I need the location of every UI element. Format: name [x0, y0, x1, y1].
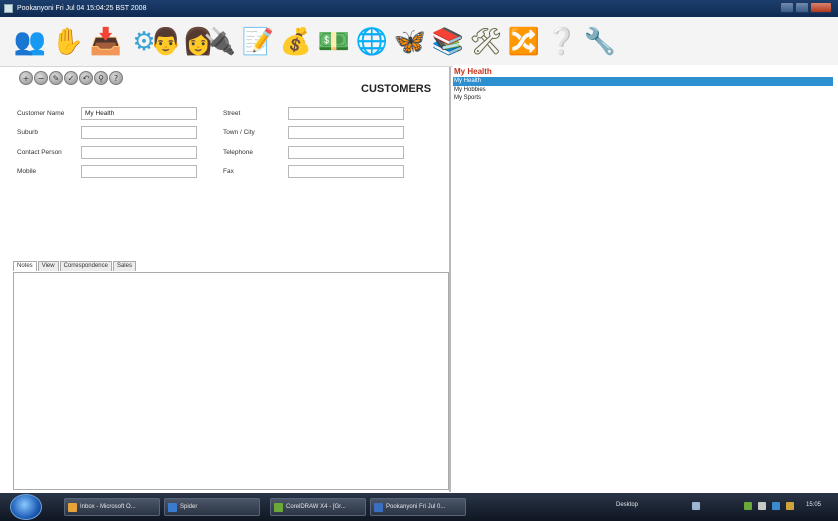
list-title: My Health	[454, 67, 492, 76]
telephone-field[interactable]	[288, 146, 404, 159]
power-icon[interactable]	[786, 502, 794, 510]
search-record-icon[interactable]: ⚲	[94, 71, 108, 85]
town-city-label: Town / City	[223, 129, 255, 136]
money-person-icon[interactable]: 💰	[278, 24, 314, 60]
fax-field[interactable]	[288, 165, 404, 178]
volume-icon[interactable]	[758, 502, 766, 510]
suburb-field[interactable]	[81, 126, 197, 139]
task-pookanyoni[interactable]: Pookanyoni Fri Jul 0...	[370, 498, 466, 516]
list-item[interactable]: My Sports	[453, 94, 833, 103]
close-button[interactable]	[810, 2, 832, 13]
customer-form-panel: + − ✎ ✓ ↶ ⚲ ? CUSTOMERS Customer Name My…	[9, 67, 451, 492]
outlook-icon	[68, 502, 77, 512]
money-bag-icon[interactable]: 💵	[316, 24, 352, 60]
task-inbox[interactable]: Inbox - Microsoft O...	[64, 498, 160, 516]
main-toolbar: 👥 ✋ 📥 ⚙ 👨‍👩 🔌 📝 💰 💵 🌐 🦋 📚 🛠 🔀 ❔ 🔧	[0, 17, 838, 67]
minimize-button[interactable]	[780, 2, 794, 13]
pookanyoni-icon	[374, 502, 383, 512]
town-city-field[interactable]	[288, 126, 404, 139]
help-icon[interactable]: ❔	[544, 24, 580, 60]
mobile-field[interactable]	[81, 165, 197, 178]
maximize-button[interactable]	[795, 2, 809, 13]
list-item[interactable]: My Hobbies	[453, 86, 833, 95]
mobile-label: Mobile	[17, 168, 37, 175]
spider-icon	[168, 502, 177, 512]
desktop-toolbar-label[interactable]: Desktop	[616, 502, 638, 508]
network-icon[interactable]: 🔀	[506, 24, 542, 60]
list-item[interactable]: My Health	[453, 77, 833, 86]
save-record-icon[interactable]: ✓	[64, 71, 78, 85]
page-title: CUSTOMERS	[361, 83, 432, 95]
clock: 15:05	[806, 502, 822, 508]
street-field[interactable]	[288, 107, 404, 120]
security-icon[interactable]	[772, 502, 780, 510]
window-controls	[780, 2, 832, 13]
task-spider[interactable]: Spider	[164, 498, 260, 516]
help-record-icon[interactable]: ?	[109, 71, 123, 85]
undo-record-icon[interactable]: ↶	[79, 71, 93, 85]
hand-icon[interactable]: ✋	[50, 24, 86, 60]
window-title: Pookanyoni Fri Jul 04 15:04:25 BST 2008	[17, 5, 147, 12]
taskbar: Inbox - Microsoft O... Spider CorelDRAW …	[0, 493, 838, 521]
tools-icon[interactable]: 🛠	[468, 24, 504, 60]
tab-view[interactable]: View	[37, 261, 59, 271]
globe-icon[interactable]: 🌐	[354, 24, 390, 60]
butterfly-icon[interactable]: 🦋	[392, 24, 428, 60]
add-record-icon[interactable]: +	[19, 71, 33, 85]
tab-correspondence[interactable]: Correspondence	[59, 261, 112, 271]
customer-name-field[interactable]: My Health	[81, 107, 197, 120]
network-icon[interactable]	[744, 502, 752, 510]
task-label: Pookanyoni Fri Jul 0...	[386, 504, 446, 510]
task-label: CorelDRAW X4 - [Gr...	[286, 504, 346, 510]
app-icon	[4, 4, 13, 13]
books-icon[interactable]: 📚	[430, 24, 466, 60]
task-label: Spider	[180, 504, 198, 510]
plug-icon[interactable]: 🔌	[202, 24, 238, 60]
telephone-label: Telephone	[223, 149, 253, 156]
edit-record-icon[interactable]: ✎	[49, 71, 63, 85]
notes-textarea[interactable]	[13, 272, 449, 490]
wrench-icon[interactable]: 🔧	[582, 24, 618, 60]
contact-person-field[interactable]	[81, 146, 197, 159]
coreldraw-icon	[274, 502, 283, 512]
suburb-label: Suburb	[17, 129, 38, 136]
remove-record-icon[interactable]: −	[34, 71, 48, 85]
tab-notes[interactable]: Notes	[13, 261, 37, 271]
contact-person-label: Contact Person	[17, 149, 62, 156]
task-coreldraw[interactable]: CorelDRAW X4 - [Gr...	[270, 498, 366, 516]
street-label: Street	[223, 110, 241, 117]
customer-name-label: Customer Name	[17, 110, 65, 117]
detail-tabs: Notes View Correspondence Sales	[13, 261, 137, 271]
tray-icon[interactable]	[692, 502, 700, 510]
start-button[interactable]	[10, 494, 42, 520]
customer-list-panel: My Health My Health My Hobbies My Sports	[453, 65, 838, 492]
customer-list: My Health My Hobbies My Sports	[453, 77, 833, 103]
arrow-box-icon[interactable]: 📥	[88, 24, 124, 60]
users-icon[interactable]: 👥	[12, 24, 48, 60]
record-actions: + − ✎ ✓ ↶ ⚲ ?	[19, 71, 123, 85]
title-bar: Pookanyoni Fri Jul 04 15:04:25 BST 2008	[0, 0, 838, 17]
edit-icon[interactable]: 📝	[240, 24, 276, 60]
people-icon[interactable]: 👨‍👩	[150, 24, 215, 60]
fax-label: Fax	[223, 168, 234, 175]
task-label: Inbox - Microsoft O...	[80, 504, 136, 510]
tab-sales[interactable]: Sales	[112, 261, 136, 271]
